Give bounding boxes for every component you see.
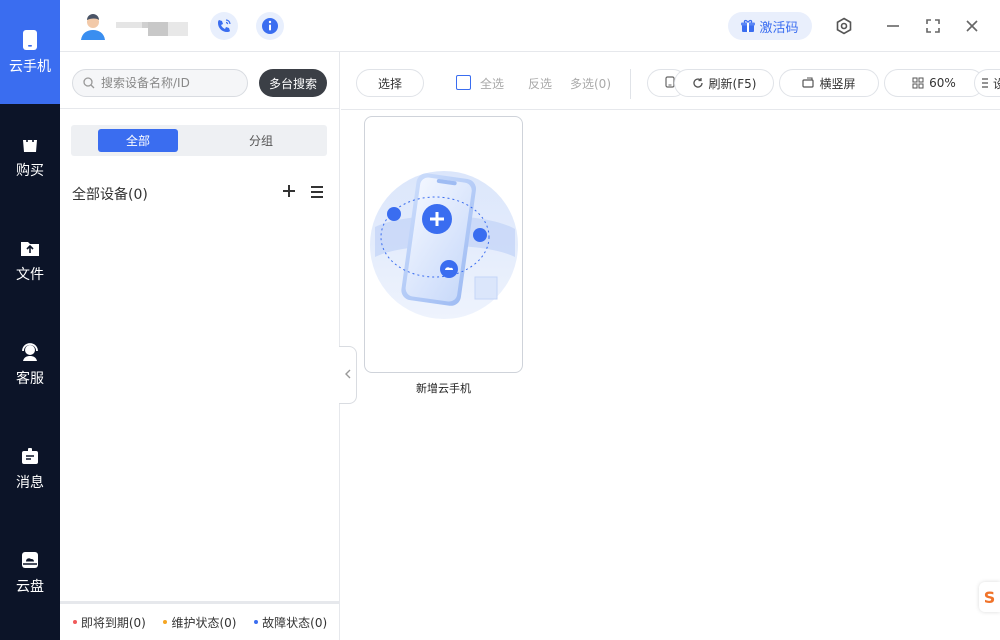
all-devices-title[interactable]: 全部设备(0) bbox=[72, 184, 148, 204]
tab-group[interactable]: 分组 bbox=[221, 129, 301, 152]
zoom-button[interactable]: 60% bbox=[884, 69, 984, 97]
search-icon bbox=[83, 74, 95, 93]
gift-icon bbox=[741, 19, 756, 33]
grid-icon bbox=[912, 77, 924, 89]
activation-code-label: 激活码 bbox=[759, 20, 799, 36]
device-panel: 多台搜索 全部 分组 全部设备(0) 即将到期(0) 维护状态(0) 故障状态(… bbox=[60, 52, 340, 640]
shopping-bag-icon bbox=[19, 133, 41, 155]
info-icon[interactable] bbox=[256, 12, 284, 40]
divider bbox=[630, 69, 631, 99]
minimize-icon[interactable] bbox=[883, 16, 903, 36]
rail-item-support[interactable]: 客服 bbox=[0, 312, 60, 416]
device-search-input[interactable] bbox=[101, 76, 239, 90]
top-header: 激活码 bbox=[60, 0, 1000, 52]
status-expiring[interactable]: 即将到期(0) bbox=[72, 614, 146, 631]
rail-item-files[interactable]: 文件 bbox=[0, 208, 60, 312]
orange-dot-icon bbox=[163, 620, 168, 624]
rail-item-label: 消息 bbox=[16, 475, 44, 491]
add-group-icon[interactable] bbox=[281, 183, 297, 199]
select-all-checkbox[interactable] bbox=[456, 75, 471, 90]
device-search-box[interactable] bbox=[72, 69, 248, 97]
close-icon[interactable] bbox=[962, 16, 982, 36]
orientation-button[interactable]: 横竖屏 bbox=[779, 69, 879, 97]
status-fault[interactable]: 故障状态(0) bbox=[254, 614, 327, 631]
username-blurred bbox=[116, 19, 188, 37]
divider bbox=[60, 108, 340, 109]
select-all-label[interactable]: 全选 bbox=[480, 75, 504, 92]
multi-search-button[interactable]: 多台搜索 bbox=[259, 69, 327, 97]
refresh-icon bbox=[692, 77, 704, 89]
tab-all[interactable]: 全部 bbox=[98, 129, 178, 152]
headset-icon bbox=[19, 341, 41, 363]
rail-item-label: 云手机 bbox=[9, 59, 51, 75]
multi-select-button[interactable]: 多选(0) bbox=[570, 75, 611, 92]
activation-code-button[interactable]: 激活码 bbox=[728, 12, 812, 40]
status-legend: 即将到期(0) 维护状态(0) 故障状态(0) bbox=[60, 601, 340, 640]
rail-item-buy[interactable]: 购买 bbox=[0, 104, 60, 208]
settings-icon[interactable] bbox=[834, 16, 854, 36]
rotate-screen-icon bbox=[802, 77, 815, 89]
add-phone-illustration bbox=[370, 171, 518, 319]
message-icon bbox=[19, 445, 41, 467]
floating-assistant-icon[interactable]: S bbox=[979, 582, 1000, 612]
add-cloud-phone-label[interactable]: 新增云手机 bbox=[364, 380, 523, 396]
phone-icon bbox=[19, 29, 41, 51]
list-settings-icon bbox=[981, 77, 991, 89]
rail-item-cloud-phone[interactable]: 云手机 bbox=[0, 0, 60, 104]
phone-call-icon[interactable] bbox=[210, 12, 238, 40]
blue-dot-icon bbox=[254, 620, 259, 624]
app-window: 云手机 购买 文件 客服 消息 云盘 激活码 搜索设备名称/ID 多台搜索 全部… bbox=[0, 0, 1000, 640]
folder-upload-icon bbox=[19, 237, 41, 259]
avatar[interactable] bbox=[80, 13, 106, 41]
rail-item-label: 客服 bbox=[16, 371, 44, 387]
list-menu-icon[interactable] bbox=[309, 184, 325, 200]
red-dot-icon bbox=[72, 620, 77, 624]
chevron-left-icon bbox=[344, 369, 352, 382]
select-button[interactable]: 选择 bbox=[356, 69, 424, 97]
add-cloud-phone-card[interactable] bbox=[364, 116, 523, 373]
collapse-panel-handle[interactable] bbox=[339, 346, 357, 404]
rail-item-label: 云盘 bbox=[16, 579, 44, 595]
refresh-button[interactable]: 刷新(F5) bbox=[674, 69, 774, 97]
toolbar: 选择 全选 反选 多选(0) 刷新(F5) 横竖屏 60% bbox=[341, 52, 1000, 110]
device-tabs: 全部 分组 bbox=[71, 125, 327, 156]
settings-more-button[interactable]: 设 bbox=[974, 69, 1000, 97]
rail-item-label: 文件 bbox=[16, 267, 44, 283]
maximize-icon[interactable] bbox=[923, 16, 943, 36]
rail-item-messages[interactable]: 消息 bbox=[0, 416, 60, 520]
rail-item-cloud-disk[interactable]: 云盘 bbox=[0, 520, 60, 624]
invert-selection-button[interactable]: 反选 bbox=[528, 75, 552, 92]
status-maintenance[interactable]: 维护状态(0) bbox=[163, 614, 236, 631]
cloud-disk-icon bbox=[19, 549, 41, 571]
left-rail: 云手机 购买 文件 客服 消息 云盘 bbox=[0, 0, 60, 640]
rail-item-label: 购买 bbox=[16, 163, 44, 179]
